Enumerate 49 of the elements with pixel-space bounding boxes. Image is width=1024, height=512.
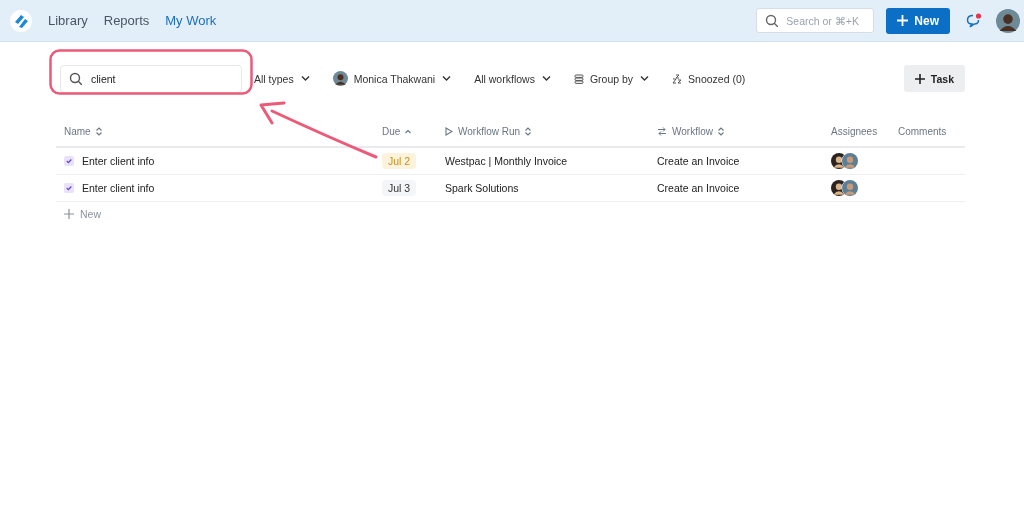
avatar-icon[interactable] [996, 8, 1020, 33]
task-name[interactable]: Enter client info [82, 182, 155, 194]
snooze-icon [672, 73, 683, 84]
avatar-group-icon [831, 180, 859, 196]
table-cell: Spark Solutions [445, 182, 519, 194]
column-header: Due [382, 125, 401, 137]
filter-dropdown[interactable]: All workflows [474, 72, 552, 85]
add-task-button[interactable]: Task [903, 65, 965, 92]
column-header: Assignees [831, 125, 878, 137]
chevron-icon [639, 73, 651, 84]
chat-icon[interactable] [966, 13, 982, 28]
chevron-icon [441, 73, 453, 84]
filter-dropdown[interactable]: All types [254, 72, 311, 85]
sort-up-icon[interactable] [405, 128, 412, 134]
task-name[interactable]: Enter client info [82, 155, 155, 167]
checkbox[interactable] [64, 156, 74, 166]
logo-icon [10, 9, 32, 32]
due-date-badge: Jul 2 [382, 153, 417, 169]
column-header: Workflow Run [458, 125, 521, 137]
search-icon [69, 72, 82, 85]
filter-dropdown[interactable]: Snoozed (0) [672, 72, 746, 85]
sort-icon[interactable] [95, 126, 102, 136]
table-cell: Create an Invoice [657, 182, 740, 194]
table-cell: Create an Invoice [657, 155, 740, 167]
column-header: Name [64, 125, 91, 137]
plus-icon [64, 209, 74, 219]
stack-icon [573, 73, 584, 84]
search-icon [765, 14, 779, 27]
column-header: Workflow [672, 125, 713, 137]
nav-link[interactable]: Reports [103, 13, 150, 28]
avatar-group-icon [831, 153, 859, 169]
avatar-icon [332, 71, 348, 86]
chevron-icon [540, 73, 552, 84]
plus-icon [914, 73, 925, 84]
filter-dropdown[interactable]: Group by [573, 72, 651, 85]
table-cell: Westpac | Monthly Invoice [445, 155, 568, 167]
play-icon [445, 126, 453, 136]
nav-link[interactable]: Library [48, 13, 88, 28]
sort-icon[interactable] [717, 126, 724, 136]
swap-icon [657, 126, 667, 136]
column-header: Comments [898, 125, 947, 137]
due-date-badge: Jul 3 [382, 180, 417, 196]
nav-link[interactable]: My Work [165, 13, 217, 28]
sort-icon[interactable] [525, 126, 532, 136]
chevron-icon [299, 73, 311, 84]
plus-icon [897, 15, 909, 26]
checkbox[interactable] [64, 183, 74, 193]
new-button[interactable]: New [886, 7, 950, 34]
filter-dropdown[interactable]: Monica Thakwani [332, 71, 453, 86]
